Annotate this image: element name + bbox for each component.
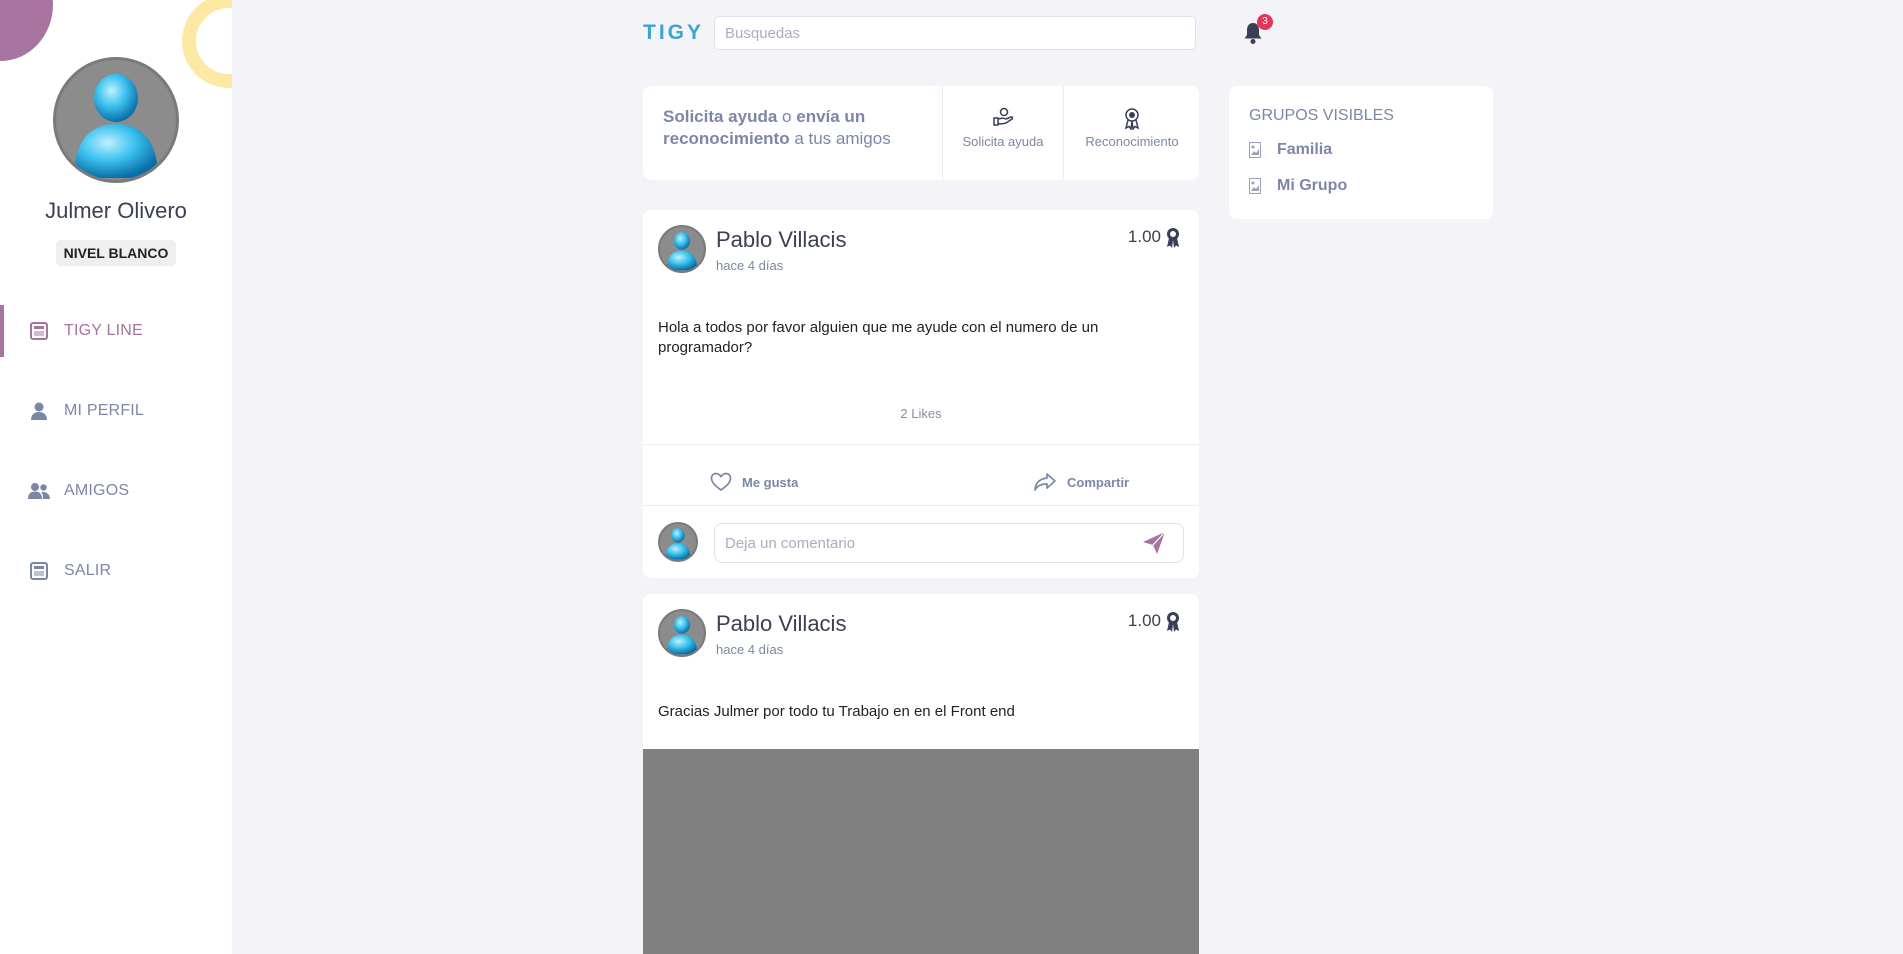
like-button[interactable]: Me gusta (710, 472, 798, 492)
prompt-bold-1: Solicita ayuda (663, 107, 778, 126)
score-value: 1.00 (1127, 611, 1161, 630)
visible-groups-card: GRUPOS VISIBLES Familia Mi Grupo (1229, 86, 1493, 219)
heart-icon (710, 472, 732, 492)
profile-avatar[interactable] (53, 57, 179, 183)
share-button[interactable]: Compartir (1033, 472, 1129, 492)
send-icon (1143, 531, 1166, 554)
sidebar-item-tigy-line[interactable]: TIGY LINE (0, 305, 232, 357)
award-medal-icon (1167, 228, 1179, 248)
sidebar-item-amigos[interactable]: AMIGOS (0, 465, 232, 517)
level-badge: NIVEL BLANCO (56, 240, 176, 266)
recognition-label: Reconocimiento (1085, 134, 1179, 149)
post-author[interactable]: Pablo Villacis (716, 227, 846, 253)
user-name: Julmer Olivero (45, 198, 187, 223)
search-input[interactable] (714, 16, 1196, 50)
group-item-familia[interactable]: Familia (1249, 141, 1332, 159)
post-image[interactable] (643, 749, 1199, 954)
sidebar-item-label: SALIR (64, 562, 112, 579)
post-timestamp: hace 4 días (716, 642, 784, 657)
decorative-ring (182, 0, 232, 88)
group-label: Familia (1277, 141, 1333, 158)
user-icon (28, 400, 50, 422)
groups-title: GRUPOS VISIBLES (1249, 107, 1394, 124)
sidebar-item-mi-perfil[interactable]: MI PERFIL (0, 385, 232, 437)
group-label: Mi Grupo (1277, 177, 1348, 194)
prompt-text-2: a tus amigos (789, 129, 891, 148)
post-body: Gracias Julmer por todo tu Trabajo en en… (658, 703, 1015, 720)
sidebar-item-label: TIGY LINE (64, 322, 143, 339)
request-help-label: Solicita ayuda (962, 134, 1044, 149)
decorative-circle (0, 0, 53, 61)
post-timestamp: hace 4 días (716, 258, 784, 273)
award-medal-icon (1124, 108, 1140, 130)
avatar-person-icon (665, 528, 691, 560)
calendar-icon (28, 320, 50, 342)
share-label: Compartir (1067, 474, 1130, 490)
recognition-button[interactable]: Reconocimiento (1072, 106, 1192, 149)
comment-input[interactable] (714, 523, 1184, 563)
sidebar-item-label: MI PERFIL (64, 402, 145, 419)
score-value: 1.00 (1127, 227, 1161, 246)
app-logo[interactable]: TIGY (643, 21, 704, 45)
share-arrow-icon (1034, 473, 1056, 491)
help-request-card: Solicita ayuda o envía un reconocimiento… (643, 86, 1199, 180)
sidebar-item-salir[interactable]: SALIR (0, 545, 232, 597)
author-avatar[interactable] (658, 225, 706, 273)
award-medal-icon (1167, 612, 1179, 632)
prompt-text-1: o (777, 107, 797, 126)
sidebar: Julmer Olivero NIVEL BLANCO TIGY LINE MI… (0, 0, 232, 954)
post-author[interactable]: Pablo Villacis (716, 611, 846, 637)
group-image-icon (1249, 142, 1261, 158)
post-score: 1.00 (1128, 226, 1183, 248)
users-icon (28, 480, 50, 502)
divider (643, 444, 1199, 445)
helping-hand-icon (993, 107, 1014, 126)
post-card: Pablo Villacis hace 4 días 1.00 Gracias … (643, 594, 1199, 954)
post-card: Pablo Villacis hace 4 días 1.00 Hola a t… (643, 210, 1199, 578)
send-comment-button[interactable] (1141, 531, 1167, 555)
sidebar-nav: TIGY LINE MI PERFIL AMIGOS SALIR (0, 305, 232, 625)
post-score: 1.00 (1128, 610, 1183, 632)
avatar-person-icon (74, 74, 158, 178)
request-help-button[interactable]: Solicita ayuda (943, 106, 1063, 149)
avatar-person-icon (666, 616, 698, 655)
notification-count-badge: 3 (1257, 14, 1273, 30)
group-item-mi-grupo[interactable]: Mi Grupo (1249, 177, 1347, 195)
calendar-icon (28, 560, 50, 582)
avatar-person-icon (666, 232, 698, 271)
divider (643, 505, 1199, 506)
divider (1063, 86, 1064, 180)
help-request-prompt: Solicita ayuda o envía un reconocimiento… (663, 106, 913, 150)
like-label: Me gusta (742, 474, 799, 490)
post-body: Hola a todos por favor alguien que me ay… (658, 319, 1099, 356)
sidebar-item-label: AMIGOS (64, 482, 130, 499)
author-avatar[interactable] (658, 609, 706, 657)
commenter-avatar (658, 522, 698, 562)
likes-count[interactable]: 2 Likes (643, 406, 1199, 421)
group-image-icon (1249, 178, 1261, 194)
